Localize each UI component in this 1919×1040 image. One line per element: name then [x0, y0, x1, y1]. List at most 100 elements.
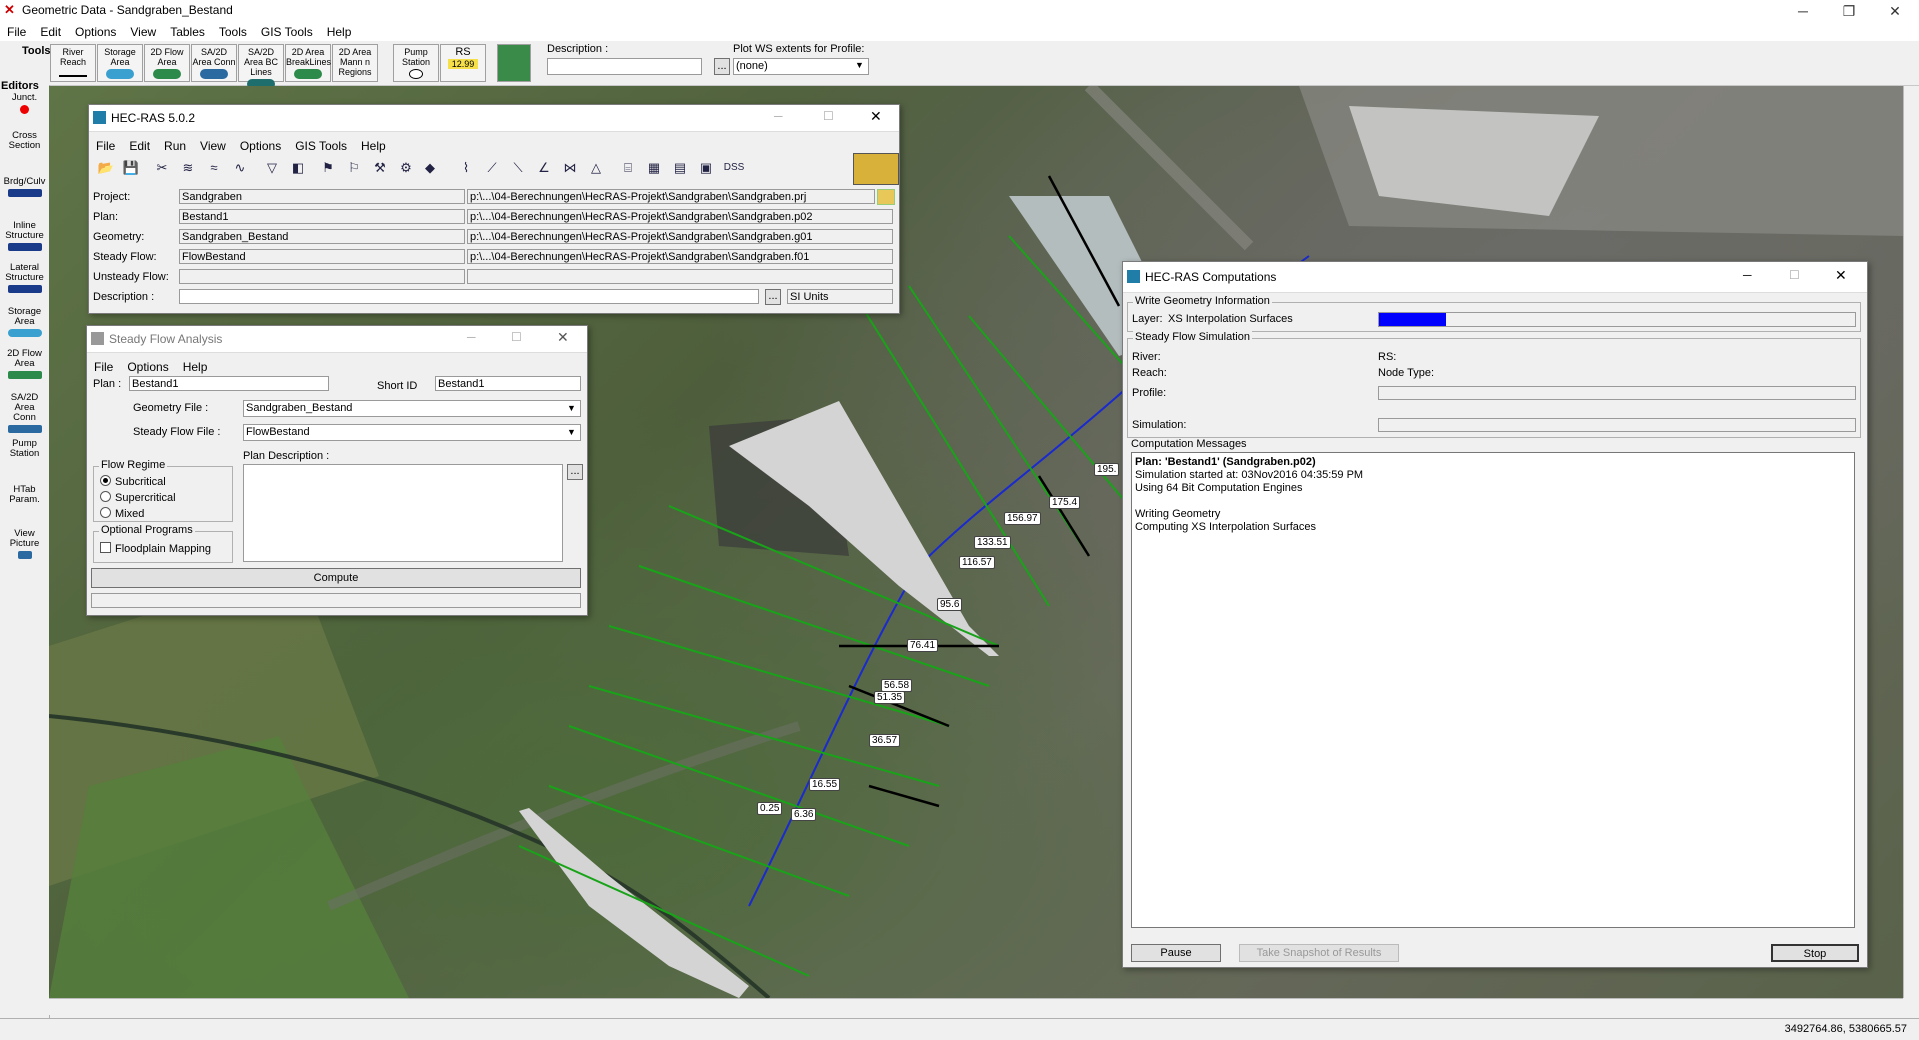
menu-tables[interactable]: Tables — [163, 25, 212, 39]
hecras-menu-options[interactable]: Options — [233, 139, 288, 153]
minimize-button[interactable]: ─ — [1780, 0, 1826, 22]
2d-flow-area-tool[interactable]: 2D Flow Area — [2, 349, 47, 379]
plan-name-input[interactable]: Bestand1 — [129, 376, 329, 391]
mixed-radio[interactable]: Mixed — [100, 507, 144, 520]
steady-menu-file[interactable]: File — [87, 360, 120, 374]
map-view-button[interactable] — [497, 44, 531, 82]
hecras-menu-gis-tools[interactable]: GIS Tools — [288, 139, 354, 153]
river-reach-button[interactable]: River Reach — [50, 44, 96, 82]
floodplain-mapping-checkbox[interactable]: Floodplain Mapping — [100, 542, 211, 555]
menu-help[interactable]: Help — [320, 25, 359, 39]
hecras-description-browse[interactable]: ... — [765, 289, 781, 305]
sa-2d-bc-lines-button[interactable]: SA/2D Area BC Lines — [238, 44, 284, 89]
description-browse-button[interactable]: ... — [714, 58, 730, 75]
plan-description-browse[interactable]: ... — [567, 464, 583, 480]
project-field[interactable]: Sandgraben — [179, 189, 465, 204]
menu-tools[interactable]: Tools — [212, 25, 254, 39]
map-vertical-scrollbar[interactable] — [1903, 86, 1919, 998]
2d-breaklines-button[interactable]: 2D Area BreakLines — [285, 44, 331, 82]
steady-file-select[interactable]: FlowBestand — [243, 424, 581, 441]
rating-curve-icon[interactable]: ∠ — [531, 155, 557, 181]
close-button[interactable]: ✕ — [1872, 0, 1918, 22]
detailed-output-icon[interactable]: ⌸ — [615, 155, 641, 181]
plan-field[interactable]: Bestand1 — [179, 209, 465, 224]
water-quality-icon[interactable]: ◧ — [285, 155, 311, 181]
geometry-field[interactable]: Sandgraben_Bestand — [179, 229, 465, 244]
errors-icon[interactable]: ▣ — [693, 155, 719, 181]
menu-options[interactable]: Options — [68, 25, 123, 39]
ras-mapper-icon[interactable]: ◆ — [417, 155, 443, 181]
summary-table-icon[interactable]: ▤ — [667, 155, 693, 181]
storage-area-button[interactable]: Storage Area — [97, 44, 143, 82]
htab-param-tool[interactable]: HTab Param. — [2, 485, 47, 505]
pump-station-button[interactable]: Pump Station — [393, 44, 439, 82]
run-hydraulic-design-icon[interactable]: ⚙ — [393, 155, 419, 181]
take-snapshot-button[interactable]: Take Snapshot of Results — [1239, 944, 1399, 962]
steady-minimize-icon[interactable]: ─ — [467, 330, 476, 344]
rs-button[interactable]: RS 12.99 — [440, 44, 486, 82]
lateral-structure-tool[interactable]: Lateral Structure — [2, 263, 47, 293]
steady-close-icon[interactable]: ✕ — [557, 329, 569, 346]
unsteady-flow-field[interactable] — [179, 269, 465, 284]
cross-section-plot-icon[interactable]: ⌇ — [453, 155, 479, 181]
compute-button[interactable]: Compute — [91, 568, 581, 588]
xyz-plot-icon[interactable]: ⋈ — [557, 155, 583, 181]
computations-close-icon[interactable]: ✕ — [1835, 267, 1847, 284]
2d-flow-area-button[interactable]: 2D Flow Area — [144, 44, 190, 82]
hydrograph-icon[interactable]: △ — [583, 155, 609, 181]
steady-flow-icon[interactable]: ≋ — [175, 155, 201, 181]
supercritical-radio[interactable]: Supercritical — [100, 491, 176, 504]
profile-plot-icon[interactable]: ⟋ — [479, 155, 505, 181]
geometry-file-select[interactable]: Sandgraben_Bestand — [243, 400, 581, 417]
plan-description-input[interactable] — [243, 464, 563, 562]
short-id-input[interactable]: Bestand1 — [435, 376, 581, 391]
menu-file[interactable]: File — [0, 25, 33, 39]
computations-minimize-icon[interactable]: ─ — [1743, 268, 1752, 282]
unsteady-flow-icon[interactable]: ≈ — [201, 155, 227, 181]
hecras-menu-run[interactable]: Run — [157, 139, 193, 153]
computations-maximize-icon[interactable]: ☐ — [1789, 268, 1800, 282]
folder-icon[interactable] — [877, 189, 895, 205]
restore-button[interactable]: ❐ — [1826, 0, 1872, 22]
sa-2d-conn-button[interactable]: SA/2D Area Conn — [191, 44, 237, 82]
hecras-menu-help[interactable]: Help — [354, 139, 393, 153]
subcritical-radio[interactable]: Subcritical — [100, 475, 166, 488]
pause-button[interactable]: Pause — [1131, 944, 1221, 962]
profile-table-icon[interactable]: ▦ — [641, 155, 667, 181]
geometry-edit-icon[interactable]: ✂ — [149, 155, 175, 181]
map-horizontal-scrollbar[interactable] — [49, 998, 1903, 1015]
inline-structure-tool[interactable]: Inline Structure — [2, 221, 47, 251]
hecras-maximize-icon[interactable]: ☐ — [823, 109, 834, 123]
cross-section-tool[interactable]: Cross Section — [2, 131, 47, 151]
steady-menu-help[interactable]: Help — [176, 360, 215, 374]
hecras-menu-edit[interactable]: Edit — [122, 139, 157, 153]
bridge-culvert-tool[interactable]: Brdg/Culv — [2, 177, 47, 197]
hecras-menu-view[interactable]: View — [193, 139, 233, 153]
sediment-icon[interactable]: ▽ — [259, 155, 285, 181]
quasi-unsteady-icon[interactable]: ∿ — [227, 155, 253, 181]
pump-station-tool[interactable]: Pump Station — [2, 439, 47, 459]
menu-gis-tools[interactable]: GIS Tools — [254, 25, 320, 39]
computation-messages-box[interactable]: Plan: 'Bestand1' (Sandgraben.p02) Simula… — [1131, 452, 1855, 928]
view-picture-tool[interactable]: View Picture — [2, 529, 47, 559]
run-unsteady-icon[interactable]: ⚐ — [341, 155, 367, 181]
storage-area-tool[interactable]: Storage Area — [2, 307, 47, 337]
dss-button[interactable]: DSS — [719, 155, 749, 181]
hecras-close-icon[interactable]: ✕ — [870, 108, 882, 125]
hecras-description-input[interactable] — [179, 289, 759, 304]
hecras-minimize-icon[interactable]: ─ — [774, 109, 783, 123]
steady-flow-field[interactable]: FlowBestand — [179, 249, 465, 264]
mannings-regions-button[interactable]: 2D Area Mann n Regions — [332, 44, 378, 82]
steady-maximize-icon[interactable]: ☐ — [511, 330, 522, 344]
stop-button[interactable]: Stop — [1771, 944, 1859, 962]
general-plot-icon[interactable]: ⟍ — [505, 155, 531, 181]
run-sediment-icon[interactable]: ⚒ — [367, 155, 393, 181]
hecras-menu-file[interactable]: File — [89, 139, 122, 153]
open-icon[interactable]: 📂 — [93, 155, 119, 181]
sa-2d-conn-tool[interactable]: SA/2D Area Conn — [2, 393, 47, 433]
run-steady-icon[interactable]: ⚑ — [315, 155, 341, 181]
menu-view[interactable]: View — [123, 25, 163, 39]
junction-tool[interactable]: Junct. — [2, 93, 47, 114]
save-icon[interactable]: 💾 — [118, 155, 144, 181]
menu-edit[interactable]: Edit — [33, 25, 68, 39]
